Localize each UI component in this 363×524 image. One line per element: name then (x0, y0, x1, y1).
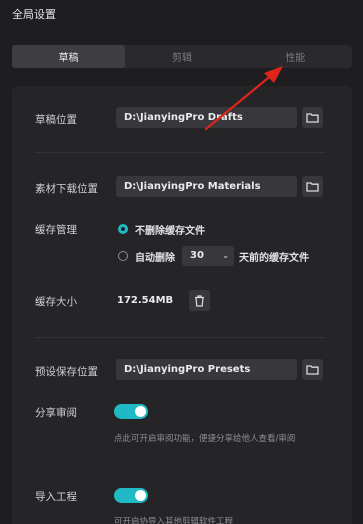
annotation-arrow (204, 66, 283, 131)
